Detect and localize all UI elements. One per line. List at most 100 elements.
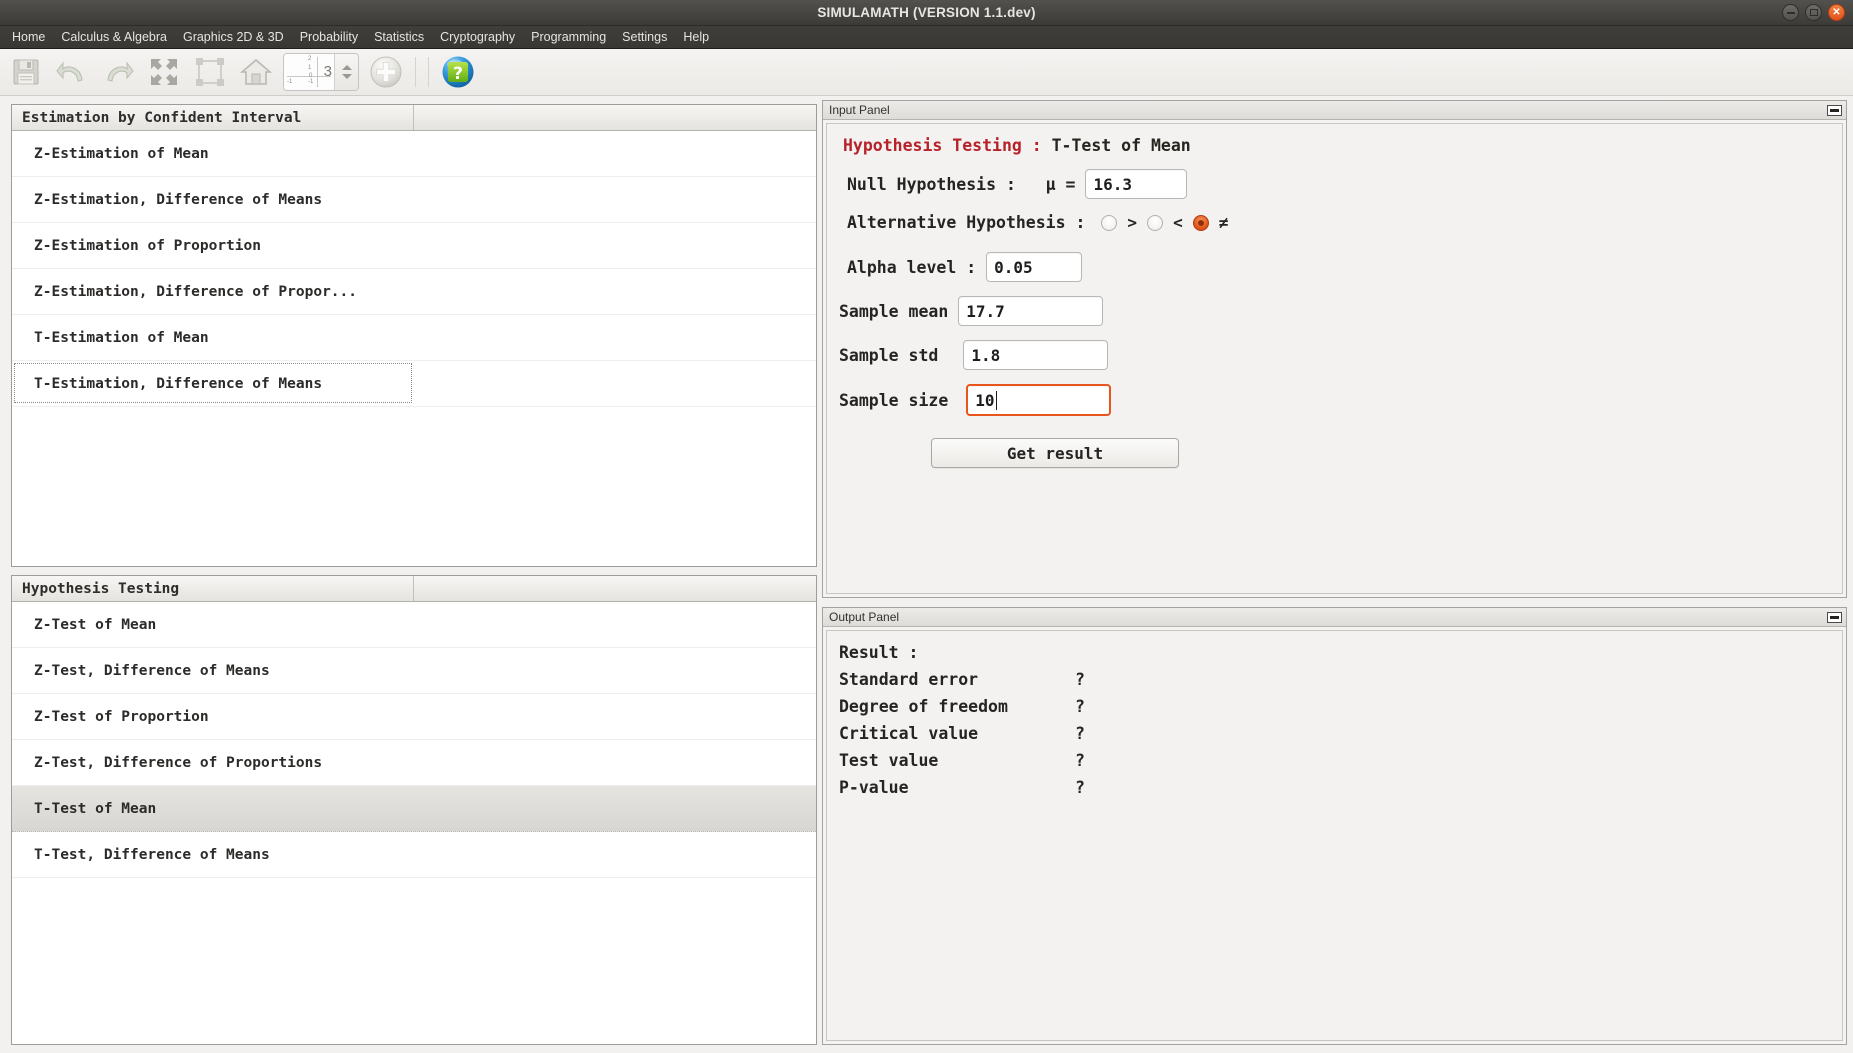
output-panel: Output Panel Result : Standard error ? D… <box>822 607 1847 1045</box>
list-item-t-test-diff-means[interactable]: T-Test, Difference of Means <box>12 832 816 878</box>
menu-item-home[interactable]: Home <box>4 28 53 46</box>
list-item-z-estimation-diff-means[interactable]: Z-Estimation, Difference of Means <box>12 177 816 223</box>
help-question-icon: ? <box>442 56 474 88</box>
menu-item-probability[interactable]: Probability <box>292 28 366 46</box>
spinner-up-icon[interactable] <box>341 65 352 70</box>
input-form: Hypothesis Testing : T-Test of Mean Null… <box>827 124 1842 468</box>
menu-item-cryptography[interactable]: Cryptography <box>432 28 523 46</box>
list-item-z-estimation-diff-proportions[interactable]: Z-Estimation, Difference of Propor... <box>12 269 816 315</box>
alternative-hypothesis-row: Alternative Hypothesis : > < ≠ <box>839 213 1842 232</box>
standard-error-label: Standard error <box>839 670 979 689</box>
heading-suffix: T-Test of Mean <box>1041 136 1191 155</box>
list-item-t-estimation-mean[interactable]: T-Estimation of Mean <box>12 315 816 361</box>
list-item-label: Z-Test, Difference of Proportions <box>34 754 323 771</box>
hypothesis-panel-header: Hypothesis Testing <box>12 576 816 602</box>
list-item-label: T-Estimation of Mean <box>34 329 209 346</box>
window-titlebar: SIMULAMATH (VERSION 1.1.dev) ✕ <box>0 0 1853 26</box>
input-panel-body: Hypothesis Testing : T-Test of Mean Null… <box>826 123 1843 594</box>
fit-frame-button[interactable] <box>188 51 232 93</box>
output-panel-titlebar: Output Panel <box>823 608 1846 627</box>
minimize-button[interactable] <box>1782 4 1799 21</box>
list-item-z-test-diff-proportions[interactable]: Z-Test, Difference of Proportions <box>12 740 816 786</box>
degree-of-freedom-value: ? <box>1075 697 1085 716</box>
toolbar-separator <box>428 57 429 87</box>
expand-arrows-icon <box>151 59 177 85</box>
alpha-level-value: 0.05 <box>994 257 1033 277</box>
heading-prefix: Hypothesis Testing : <box>843 136 1042 155</box>
sample-mean-row: Sample mean 17.7 <box>839 296 1842 326</box>
estimation-header-spacer <box>414 105 816 130</box>
alternative-hypothesis-label: Alternative Hypothesis : <box>847 213 1086 232</box>
output-results: Result : Standard error ? Degree of free… <box>827 631 1842 797</box>
radio-less-than[interactable] <box>1147 214 1164 231</box>
window-title: SIMULAMATH (VERSION 1.1.dev) <box>817 5 1036 20</box>
p-value-label: P-value <box>839 778 909 797</box>
list-item-label: Z-Estimation of Proportion <box>34 237 261 254</box>
hypothesis-header-spacer <box>414 576 816 601</box>
list-item-z-estimation-mean[interactable]: Z-Estimation of Mean <box>12 131 816 177</box>
alpha-level-row: Alpha level : 0.05 <box>839 252 1842 282</box>
input-panel-collapse-button[interactable] <box>1827 104 1842 116</box>
list-item-z-test-diff-means[interactable]: Z-Test, Difference of Means <box>12 648 816 694</box>
sample-std-input[interactable]: 1.8 <box>963 340 1109 370</box>
result-heading-row: Result : <box>839 643 1842 662</box>
minimize-icon <box>1830 108 1839 112</box>
sample-size-input[interactable]: 10 <box>966 384 1112 416</box>
undo-button[interactable] <box>50 51 94 93</box>
list-item-t-test-mean[interactable]: T-Test of Mean <box>12 786 816 832</box>
critical-value-row: Critical value ? <box>839 724 1842 743</box>
window-controls: ✕ <box>1782 0 1845 25</box>
close-button[interactable]: ✕ <box>1828 4 1845 21</box>
radio-not-equal[interactable] <box>1192 214 1209 231</box>
axis-step-spinner[interactable]: 2 1 0 -1 -1 3 <box>283 53 359 91</box>
output-panel-body: Result : Standard error ? Degree of free… <box>826 630 1843 1041</box>
redo-button[interactable] <box>96 51 140 93</box>
expand-button[interactable] <box>142 51 186 93</box>
list-item-z-test-mean[interactable]: Z-Test of Mean <box>12 602 816 648</box>
alternative-hypothesis-radios: > < ≠ <box>1095 213 1232 232</box>
list-item-label: T-Test of Mean <box>34 800 157 817</box>
p-value-row: P-value ? <box>839 778 1842 797</box>
list-item-label: T-Estimation, Difference of Means <box>34 375 323 392</box>
output-panel-collapse-button[interactable] <box>1827 611 1842 623</box>
list-item-label: Z-Estimation, Difference of Propor... <box>34 283 358 300</box>
maximize-button[interactable] <box>1805 4 1822 21</box>
home-button[interactable] <box>234 51 278 93</box>
list-item-t-estimation-diff-means[interactable]: T-Estimation, Difference of Means <box>12 361 816 407</box>
sample-std-label: Sample std <box>839 345 939 365</box>
spinner-down-icon[interactable] <box>341 74 352 79</box>
menu-item-settings[interactable]: Settings <box>614 28 675 46</box>
get-result-button[interactable]: Get result <box>931 438 1179 468</box>
null-hypothesis-input[interactable]: 16.3 <box>1085 169 1188 199</box>
list-item-z-estimation-proportion[interactable]: Z-Estimation of Proportion <box>12 223 816 269</box>
alpha-level-input[interactable]: 0.05 <box>986 252 1083 282</box>
radio-greater-than[interactable] <box>1101 214 1118 231</box>
estimation-panel: Estimation by Confident Interval Z-Estim… <box>11 104 817 567</box>
save-button[interactable] <box>4 51 48 93</box>
sample-size-value: 10 <box>975 390 995 410</box>
menubar: Home Calculus & Algebra Graphics 2D & 3D… <box>0 26 1853 49</box>
test-value-label: Test value <box>839 751 939 770</box>
menu-item-programming[interactable]: Programming <box>523 28 614 46</box>
standard-error-value: ? <box>1075 670 1085 689</box>
alpha-level-label: Alpha level : <box>847 257 977 277</box>
hypothesis-list: Z-Test of Mean Z-Test, Difference of Mea… <box>12 602 816 1044</box>
menu-item-help[interactable]: Help <box>675 28 717 46</box>
list-item-label: Z-Test of Mean <box>34 616 157 633</box>
sample-size-row: Sample size 10 <box>839 384 1842 416</box>
axis-preview-icon: 2 1 0 -1 -1 3 <box>284 54 334 90</box>
maximize-icon <box>1809 9 1818 16</box>
sample-size-label: Sample size <box>839 390 949 410</box>
sample-mean-input[interactable]: 17.7 <box>958 296 1104 326</box>
degree-of-freedom-row: Degree of freedom ? <box>839 697 1842 716</box>
menu-item-statistics[interactable]: Statistics <box>366 28 432 46</box>
list-item-z-test-proportion[interactable]: Z-Test of Proportion <box>12 694 816 740</box>
zoom-in-button[interactable] <box>364 51 408 93</box>
menu-item-graphics[interactable]: Graphics 2D & 3D <box>175 28 292 46</box>
save-icon <box>13 59 39 85</box>
help-button[interactable]: ? <box>436 51 480 93</box>
standard-error-row: Standard error ? <box>839 670 1842 689</box>
workspace: Estimation by Confident Interval Z-Estim… <box>0 96 1853 1053</box>
spinner-arrows[interactable] <box>334 54 358 90</box>
menu-item-calculus[interactable]: Calculus & Algebra <box>53 28 175 46</box>
